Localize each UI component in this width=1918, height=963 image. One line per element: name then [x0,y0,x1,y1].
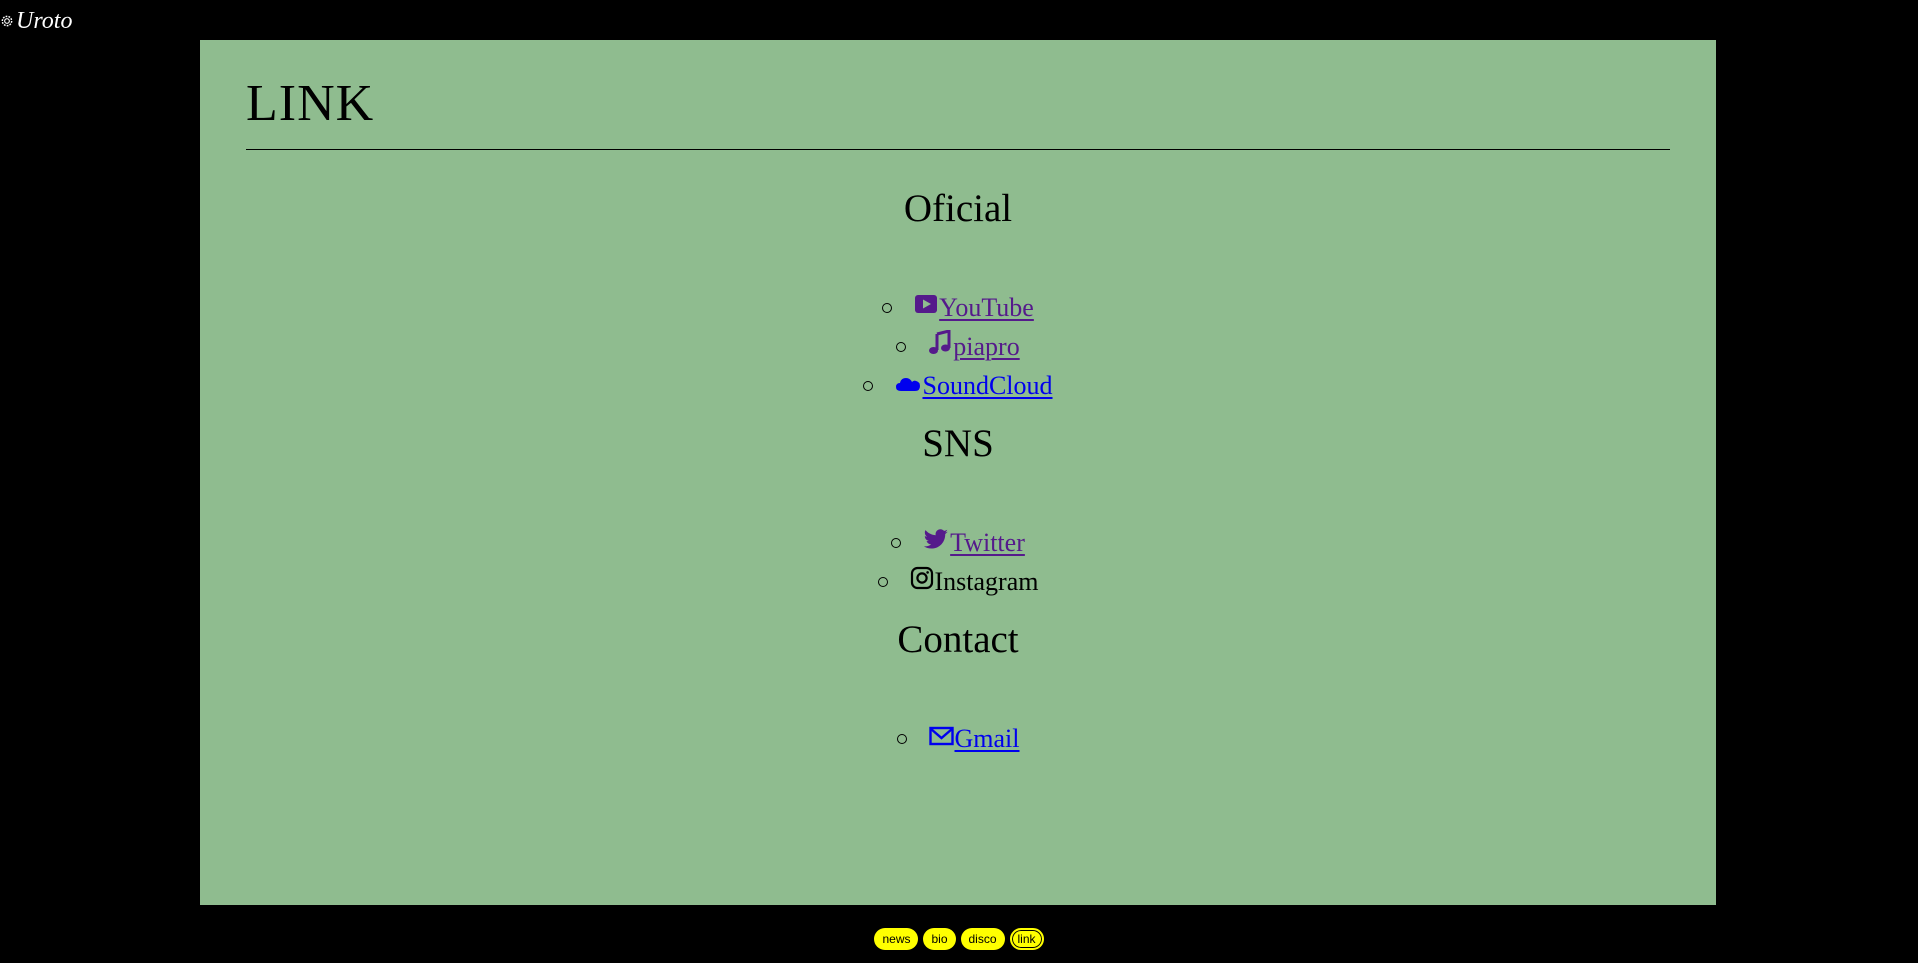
list-bullet [891,537,902,548]
youtube-link-label: YouTube [939,292,1034,322]
twitter-icon [923,528,950,558]
list-item: Gmail [200,719,1716,758]
nav-bio-button[interactable]: bio [923,928,956,950]
logo-text: Uroto [16,7,73,34]
contact-link-list: Gmail [200,719,1716,758]
list-item: Twitter [200,523,1716,562]
piapro-link[interactable]: piapro [928,329,1020,363]
list-item: SoundCloud [200,366,1716,405]
section-heading-oficial: Oficial [903,187,1013,230]
bottom-nav: news bio disco link [0,928,1918,950]
list-bullet [896,341,907,352]
twitter-link[interactable]: Twitter [923,528,1025,558]
content-panel: LINK Oficial YouTube piapro SoundCloud S… [200,40,1716,905]
oficial-link-list: YouTube piapro SoundCloud [200,288,1716,405]
section-heading-sns: SNS [922,422,994,465]
gmail-link[interactable]: Gmail [928,723,1020,754]
instagram-label: Instagram [934,566,1039,596]
page-title: LINK [246,75,375,132]
twitter-link-label: Twitter [950,527,1025,557]
sns-link-list: Twitter Instagram [200,523,1716,601]
list-bullet [877,576,888,587]
youtube-icon [914,292,939,323]
nav-news-button[interactable]: news [874,928,919,950]
instagram-item: Instagram [910,566,1039,597]
list-bullet [896,733,907,744]
soundcloud-link[interactable]: SoundCloud [895,370,1053,401]
nav-link-button[interactable]: link [1009,928,1044,950]
gmail-link-label: Gmail [954,723,1020,753]
cloud-icon [895,371,922,401]
site-logo[interactable]: Uroto [0,6,72,36]
title-divider [246,149,1670,150]
piapro-link-label: piapro [953,331,1020,361]
list-item: piapro [200,327,1716,366]
gear-icon [0,14,14,28]
list-item: YouTube [200,288,1716,327]
music-note-icon [928,329,953,363]
list-bullet [882,302,893,313]
soundcloud-link-label: SoundCloud [922,370,1053,400]
instagram-icon [910,566,935,597]
list-item: Instagram [200,562,1716,601]
section-heading-contact: Contact [897,618,1019,661]
list-bullet [863,380,874,391]
nav-disco-button[interactable]: disco [960,928,1005,950]
youtube-link[interactable]: YouTube [914,292,1034,323]
envelope-icon [928,724,955,754]
